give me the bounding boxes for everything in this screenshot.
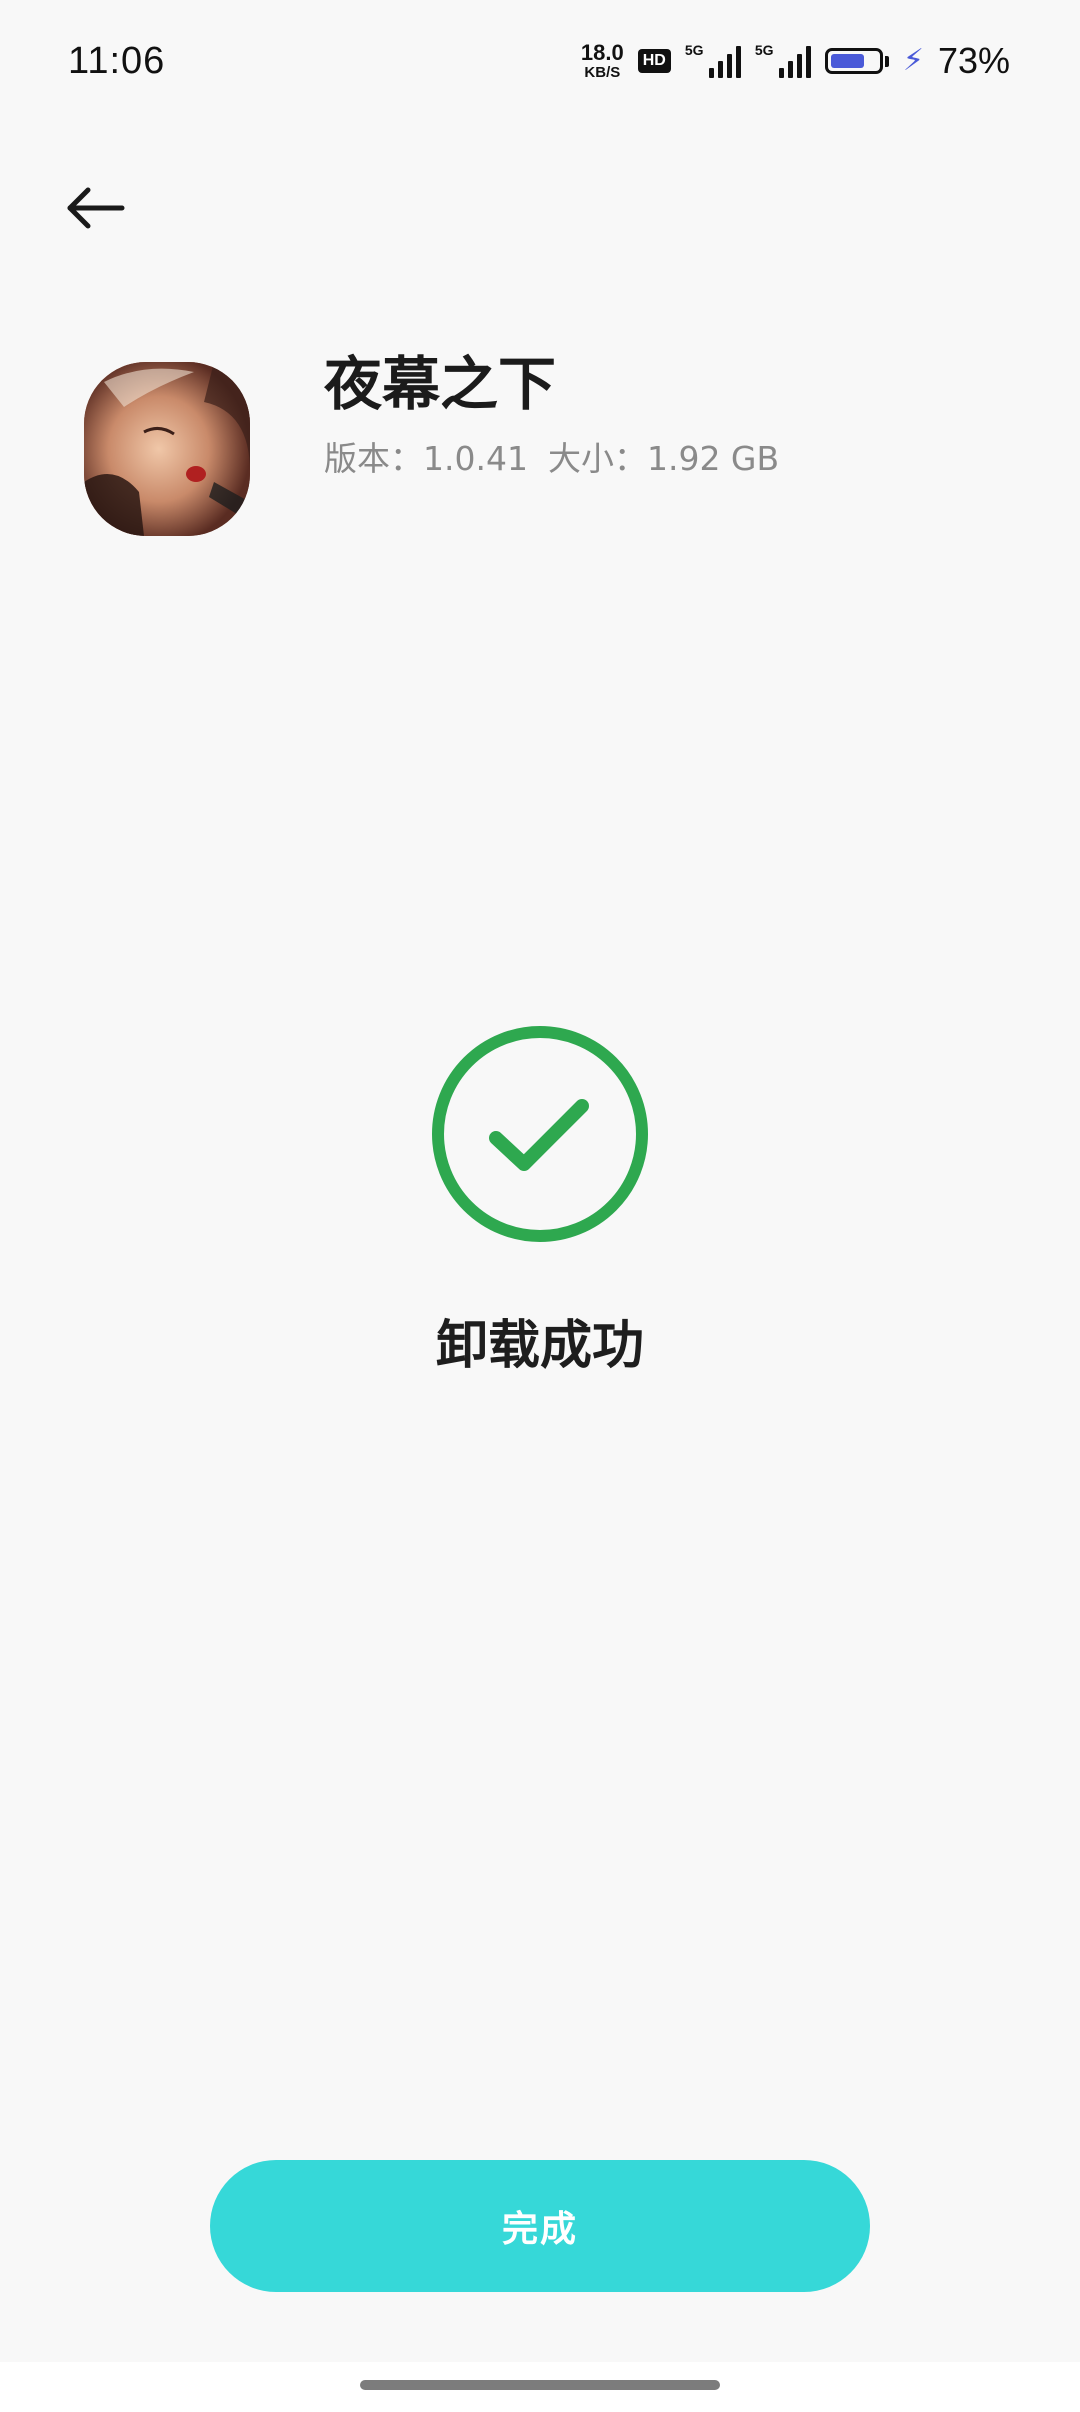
- app-name: 夜幕之下: [324, 350, 557, 418]
- signal-icon-sim2: 5G: [754, 42, 811, 78]
- signal-label-sim1: 5G: [684, 42, 704, 58]
- app-meta: 版本：1.0.41 大小：1.92 GB: [324, 434, 779, 484]
- status-time: 11:06: [68, 40, 166, 82]
- home-indicator[interactable]: [360, 2380, 720, 2390]
- hd-voice-icon: HD: [637, 49, 671, 73]
- status-icons: 18.0 KB/S HD 5G 5G ⚡ 73%: [581, 36, 1010, 86]
- back-arrow-icon: [67, 187, 125, 229]
- battery-icon: [824, 48, 889, 74]
- network-speed: 18.0 KB/S: [580, 40, 624, 81]
- uninstall-result-screen: 11:06 18.0 KB/S HD 5G 5G ⚡ 73% 夜幕之下 版本：1…: [0, 0, 1080, 2412]
- signal-icon-sim1: 5G: [684, 42, 741, 78]
- app-icon: [84, 362, 250, 536]
- network-speed-value: 18.0: [580, 40, 624, 65]
- success-message: 卸载成功: [435, 1316, 644, 1376]
- battery-percent: 73%: [937, 40, 1010, 81]
- signal-label-sim2: 5G: [754, 42, 774, 58]
- done-button[interactable]: 完成: [210, 2160, 870, 2292]
- app-size: 大小：1.92 GB: [547, 439, 780, 478]
- status-bar: 11:06 18.0 KB/S HD 5G 5G ⚡ 73%: [0, 0, 1080, 126]
- network-speed-unit: KB/S: [584, 64, 621, 81]
- app-version: 版本：1.0.41: [324, 439, 528, 478]
- check-circle-icon: [430, 1024, 650, 1244]
- back-button[interactable]: [60, 172, 132, 244]
- charging-icon: ⚡: [902, 43, 924, 78]
